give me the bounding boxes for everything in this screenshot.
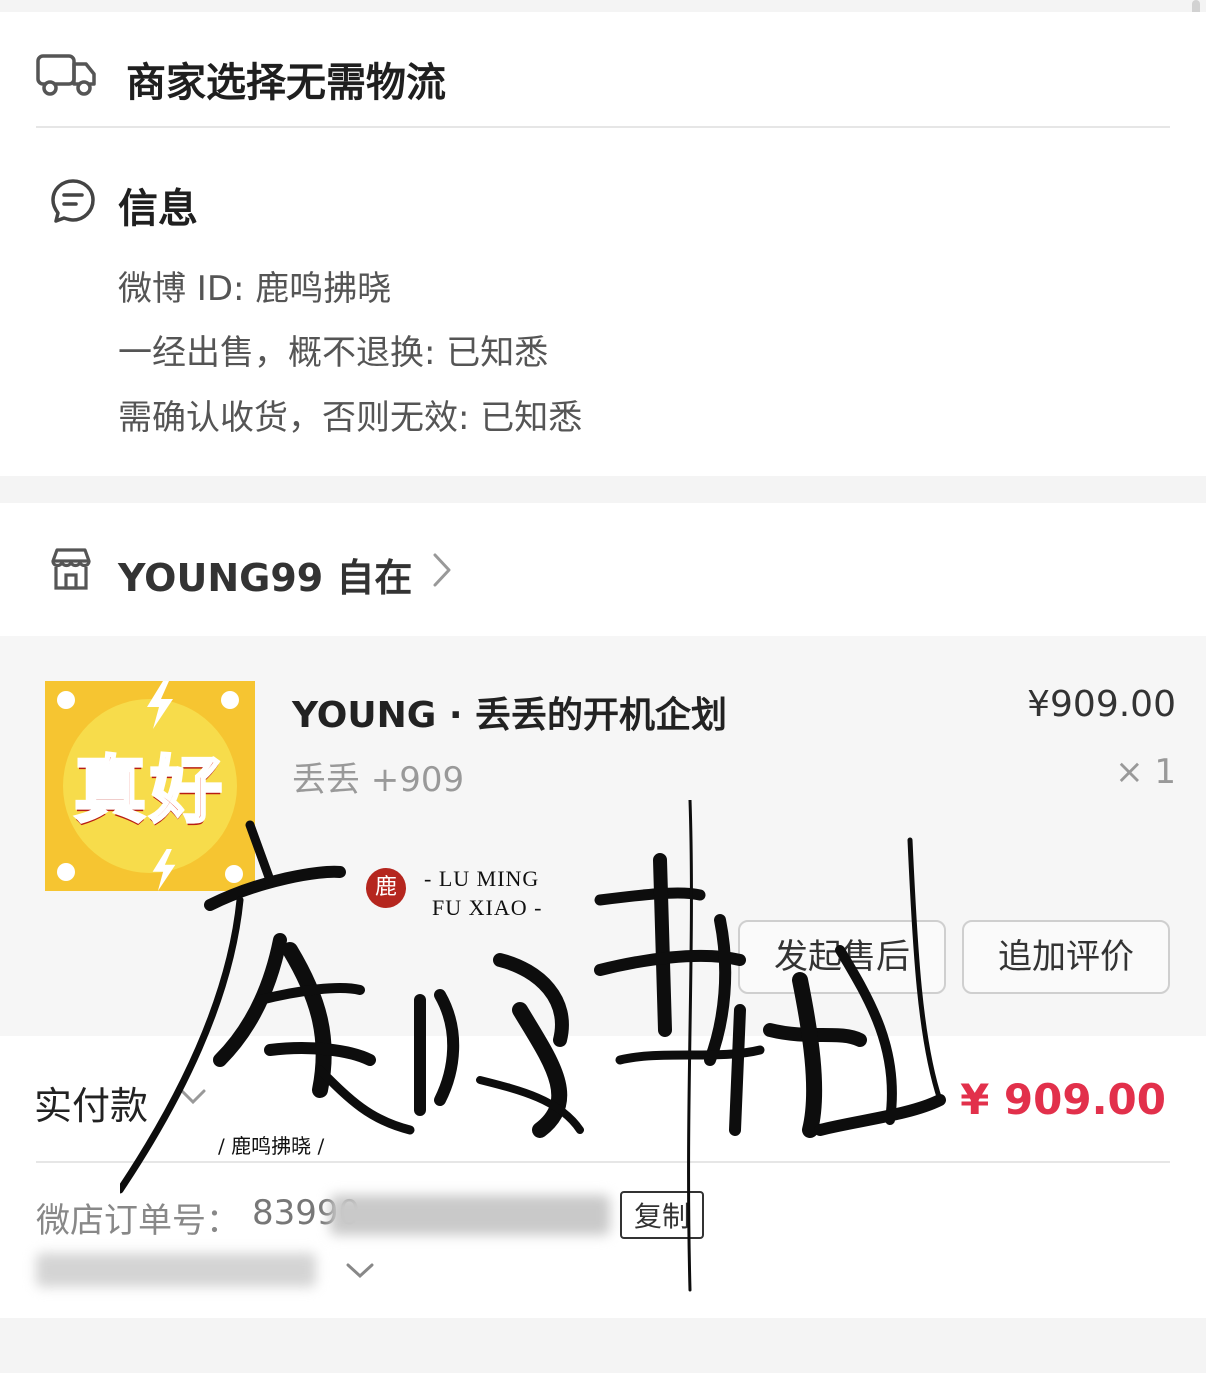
product-item[interactable]: 真好 YOUNG · 丢丢的开机企划 丢丢 +909 ¥909.00 × 1 发… bbox=[0, 636, 1206, 1036]
logistics-info-card: 商家选择无需物流 信息 微博 ID: 鹿鸣拂晓 一经出售，概不退换: 已知悉 需… bbox=[0, 12, 1206, 476]
thumbnail-dot bbox=[57, 863, 75, 881]
chevron-right-icon[interactable] bbox=[430, 551, 454, 589]
product-price: ¥909.00 bbox=[1027, 684, 1176, 725]
product-title[interactable]: YOUNG · 丢丢的开机企划 bbox=[292, 686, 727, 738]
chevron-down-icon[interactable] bbox=[344, 1261, 376, 1281]
info-title: 信息 bbox=[118, 186, 198, 232]
add-review-button[interactable]: 追加评价 bbox=[962, 920, 1170, 994]
info-line-no-return: 一经出售，概不退换: 已知悉 bbox=[118, 333, 549, 373]
info-line-weibo: 微博 ID: 鹿鸣拂晓 bbox=[118, 269, 392, 309]
thumbnail-dot bbox=[57, 691, 75, 709]
order-number-label: 微店订单号： bbox=[36, 1201, 240, 1241]
paid-amount: ¥ 909.00 bbox=[960, 1075, 1166, 1124]
redacted-info bbox=[36, 1253, 316, 1287]
product-thumbnail[interactable]: 真好 bbox=[45, 681, 255, 891]
truck-icon bbox=[36, 52, 98, 96]
copy-button[interactable]: 复制 bbox=[620, 1191, 705, 1239]
thumbnail-dot bbox=[221, 691, 239, 709]
message-icon bbox=[50, 178, 96, 224]
order-card: YOUNG99 自在 真好 YOUNG · 丢丢的开机企划 丢丢 +909 ¥9… bbox=[0, 503, 1206, 1318]
thumbnail-text: 真好 bbox=[72, 747, 226, 834]
paid-label: 实付款 bbox=[34, 1084, 149, 1128]
lightning-icon bbox=[152, 849, 176, 891]
thumbnail-dot bbox=[225, 865, 243, 883]
divider bbox=[36, 1161, 1170, 1163]
logistics-text: 商家选择无需物流 bbox=[126, 60, 446, 106]
info-line-confirm-receipt: 需确认收货，否则无效: 已知悉 bbox=[118, 398, 583, 438]
shop-name[interactable]: YOUNG99 自在 bbox=[118, 547, 412, 602]
order-number-redacted bbox=[330, 1195, 610, 1235]
product-spec: 丢丢 +909 bbox=[292, 760, 465, 800]
lightning-icon bbox=[147, 681, 173, 729]
chevron-down-icon[interactable] bbox=[178, 1087, 208, 1107]
after-sale-button[interactable]: 发起售后 bbox=[738, 920, 946, 994]
product-quantity: × 1 bbox=[1115, 752, 1176, 792]
divider bbox=[36, 126, 1170, 128]
store-icon bbox=[48, 547, 94, 591]
